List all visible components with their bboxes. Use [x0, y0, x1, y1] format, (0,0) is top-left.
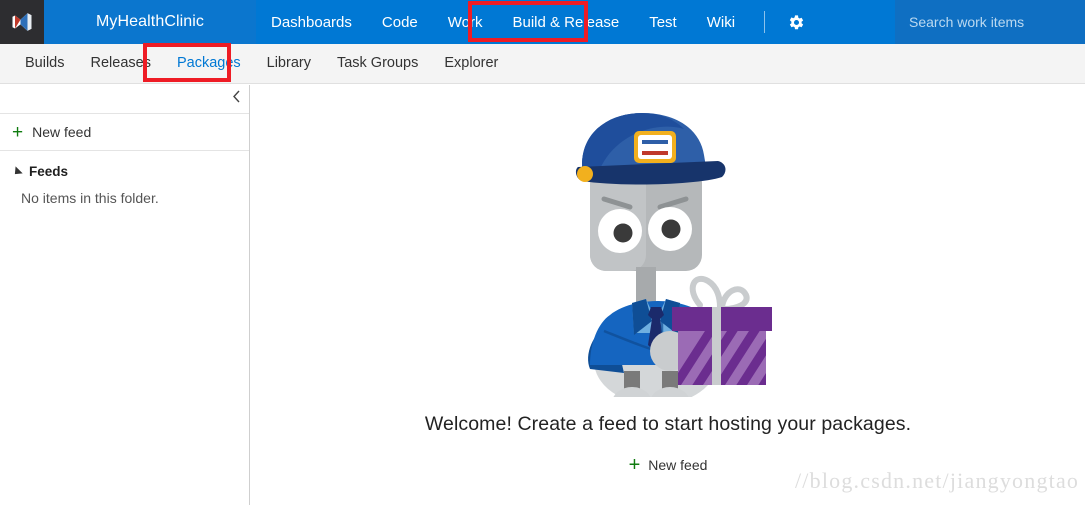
nav-item-build-release[interactable]: Build & Release [497, 0, 634, 44]
subnav-item-library[interactable]: Library [254, 44, 324, 83]
nav-item-test-label: Test [649, 13, 677, 31]
nav-item-build-release-label: Build & Release [512, 13, 620, 31]
nav-item-code[interactable]: Code [367, 0, 433, 44]
feeds-sidebar: + New feed Feeds No items in this folder… [0, 85, 250, 505]
feeds-group-label: Feeds [29, 164, 69, 179]
nav-item-work-label: Work [447, 13, 483, 31]
nav-item-code-label: Code [381, 13, 418, 31]
plus-icon: + [12, 121, 24, 143]
nav-separator [764, 11, 766, 33]
packages-empty-state: Welcome! Create a feed to start hosting … [251, 85, 1085, 505]
chevron-left-icon[interactable] [232, 90, 241, 108]
sidebar-new-feed-label: New feed [32, 124, 92, 140]
search-placeholder: Search work items [909, 14, 1025, 30]
subnav-item-task-groups[interactable]: Task Groups [324, 44, 431, 83]
nav-item-test[interactable]: Test [634, 0, 692, 44]
subnav-item-builds[interactable]: Builds [12, 44, 78, 83]
plus-icon: + [628, 454, 641, 476]
subnav-item-library-label: Library [266, 55, 311, 71]
subnav-item-packages[interactable]: Packages [164, 44, 254, 83]
triangle-expanded-icon [11, 165, 23, 178]
project-name-link[interactable]: MyHealthClinic [44, 0, 256, 44]
sidebar-header [0, 85, 249, 114]
nav-item-work[interactable]: Work [433, 0, 498, 44]
nav-item-dashboards[interactable]: Dashboards [256, 0, 367, 44]
top-navigation-bar: MyHealthClinic Dashboards Code Work Buil… [0, 0, 1085, 44]
feeds-group: Feeds No items in this folder. [0, 151, 249, 206]
feeds-group-header[interactable]: Feeds [0, 164, 249, 179]
subnav-item-explorer-label: Explorer [444, 55, 499, 71]
nav-item-wiki-label: Wiki [706, 13, 736, 31]
subnav-item-releases[interactable]: Releases [78, 44, 164, 83]
sidebar-new-feed-button[interactable]: + New feed [0, 114, 249, 151]
search-input[interactable]: Search work items [895, 0, 1085, 44]
nav-item-wiki[interactable]: Wiki [692, 0, 750, 44]
gear-icon[interactable] [779, 5, 813, 39]
hub-sub-navigation: Builds Releases Packages Library Task Gr… [0, 44, 1085, 84]
subnav-item-task-groups-label: Task Groups [336, 55, 419, 71]
subnav-item-builds-label: Builds [25, 55, 65, 71]
main-new-feed-button[interactable]: + New feed [629, 455, 708, 475]
visual-studio-logo-icon[interactable] [0, 0, 44, 44]
subnav-item-releases-label: Releases [90, 55, 151, 71]
azure-devops-packages-page: MyHealthClinic Dashboards Code Work Buil… [0, 0, 1085, 505]
subnav-item-explorer[interactable]: Explorer [431, 44, 511, 83]
robot-doorman-with-gift-illustration [538, 107, 798, 397]
nav-item-dashboards-label: Dashboards [271, 13, 352, 31]
project-name-label: MyHealthClinic [95, 13, 205, 30]
main-new-feed-label: New feed [648, 457, 708, 473]
welcome-message: Welcome! Create a feed to start hosting … [424, 413, 912, 435]
feeds-empty-message: No items in this folder. [21, 190, 159, 206]
subnav-item-packages-label: Packages [176, 55, 241, 71]
